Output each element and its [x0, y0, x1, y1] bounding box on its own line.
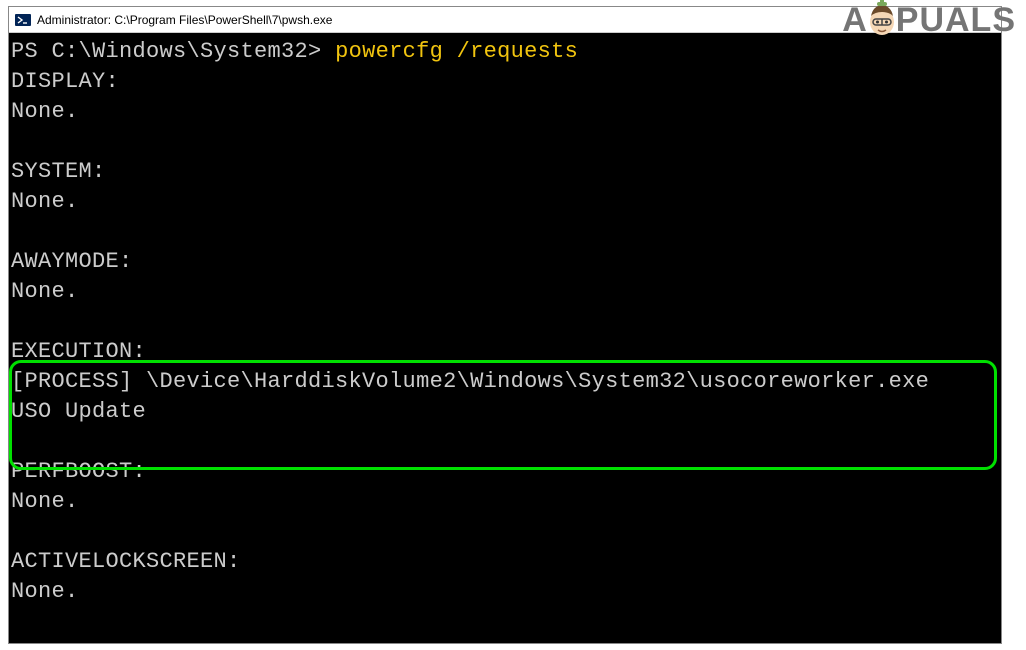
terminal-output[interactable]: PS C:\Windows\System32> powercfg /reques…: [9, 33, 1001, 643]
blank-line: [11, 517, 1001, 547]
display-value: None.: [11, 97, 1001, 127]
blank-line: [11, 307, 1001, 337]
perfboost-header: PERFBOOST:: [11, 457, 1001, 487]
prompt-line: PS C:\Windows\System32> powercfg /reques…: [11, 37, 1001, 67]
watermark-mascot-icon: [865, 0, 899, 40]
execution-detail-line: USO Update: [11, 397, 1001, 427]
system-header: SYSTEM:: [11, 157, 1001, 187]
execution-process-line: [PROCESS] \Device\HarddiskVolume2\Window…: [11, 367, 1001, 397]
watermark-suffix: PUALS: [896, 1, 1016, 40]
blank-line: [11, 127, 1001, 157]
watermark-logo: A PUALS: [842, 0, 1016, 40]
command: powercfg /requests: [335, 39, 578, 64]
awaymode-header: AWAYMODE:: [11, 247, 1001, 277]
system-value: None.: [11, 187, 1001, 217]
activelockscreen-header: ACTIVELOCKSCREEN:: [11, 547, 1001, 577]
awaymode-value: None.: [11, 277, 1001, 307]
window-title: Administrator: C:\Program Files\PowerShe…: [37, 13, 332, 27]
powershell-icon: [15, 12, 31, 28]
activelockscreen-value: None.: [11, 577, 1001, 607]
blank-line: [11, 217, 1001, 247]
perfboost-value: None.: [11, 487, 1001, 517]
execution-header: EXECUTION:: [11, 337, 1001, 367]
prompt: PS C:\Windows\System32>: [11, 39, 335, 64]
terminal-window: Administrator: C:\Program Files\PowerShe…: [8, 6, 1002, 644]
display-header: DISPLAY:: [11, 67, 1001, 97]
blank-line: [11, 427, 1001, 457]
